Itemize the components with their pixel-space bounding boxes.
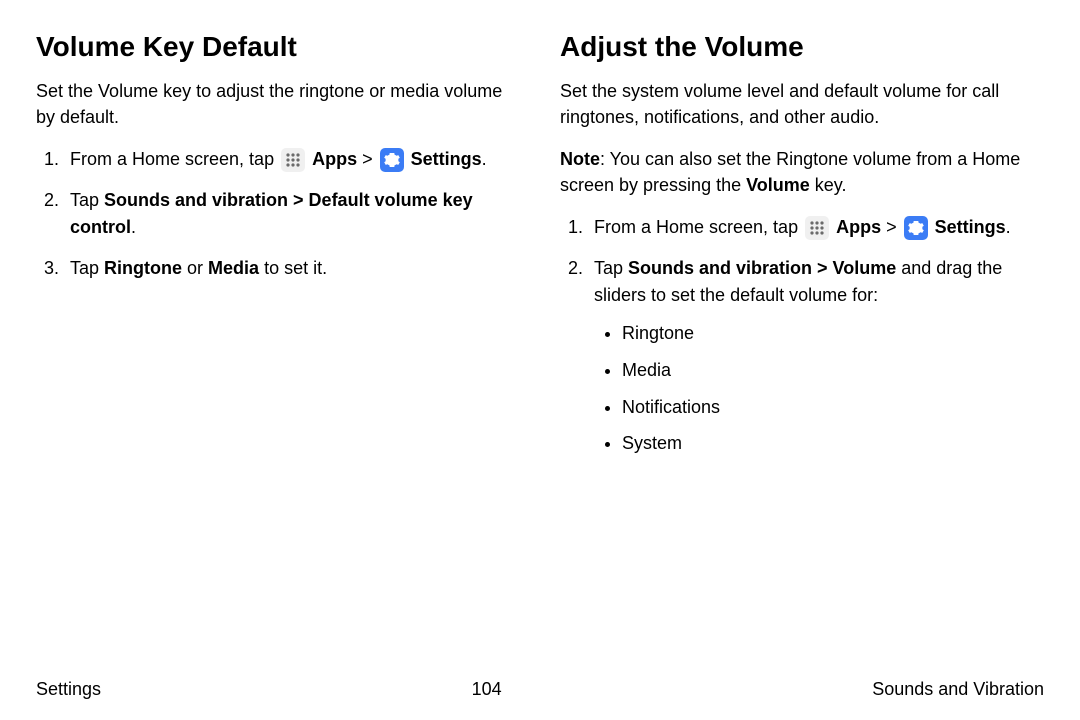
period: . [1006,217,1011,237]
footer-right: Sounds and Vibration [872,679,1044,700]
period: . [482,149,487,169]
settings-gear-icon [380,148,404,172]
bullet-notifications: Notifications [622,393,1044,422]
bullet-list: Ringtone Media Notifications System [594,319,1044,458]
separator: > [881,217,902,237]
step-2: Tap Sounds and vibration > Default volum… [64,187,520,241]
step-text: Tap [70,190,104,210]
step-1: From a Home screen, tap Apps > Settings. [588,214,1044,241]
heading-adjust-volume: Adjust the Volume [560,30,1044,64]
bullet-media: Media [622,356,1044,385]
page-footer: Settings 104 Sounds and Vibration [36,679,1044,700]
steps-list: From a Home screen, tap Apps > Settings.… [36,146,520,282]
step-1: From a Home screen, tap Apps > Settings. [64,146,520,173]
tail-text: to set it. [259,258,327,278]
period: . [131,217,136,237]
separator: > [357,149,378,169]
note-label: Note [560,149,600,169]
bullet-ringtone: Ringtone [622,319,1044,348]
settings-label: Settings [935,217,1006,237]
steps-list: From a Home screen, tap Apps > Settings.… [560,214,1044,458]
intro-text: Set the Volume key to adjust the rington… [36,78,520,130]
right-column: Adjust the Volume Set the system volume … [560,30,1044,700]
bullet-system: System [622,429,1044,458]
apps-label: Apps [836,217,881,237]
left-column: Volume Key Default Set the Volume key to… [36,30,520,700]
footer-page-number: 104 [472,679,502,700]
step-text: From a Home screen, tap [70,149,279,169]
ringtone-label: Ringtone [104,258,182,278]
heading-volume-key-default: Volume Key Default [36,30,520,64]
step-text: Tap [594,258,628,278]
apps-grid-icon [805,216,829,240]
settings-gear-icon [904,216,928,240]
apps-grid-icon [281,148,305,172]
volume-key-label: Volume [746,175,810,195]
path-text: Sounds and vibration > Volume [628,258,896,278]
apps-label: Apps [312,149,357,169]
note-text: Note: You can also set the Ringtone volu… [560,146,1044,198]
step-3: Tap Ringtone or Media to set it. [64,255,520,282]
step-text: Tap [70,258,104,278]
media-label: Media [208,258,259,278]
settings-label: Settings [411,149,482,169]
footer-left: Settings [36,679,101,700]
or-text: or [182,258,208,278]
intro-text: Set the system volume level and default … [560,78,1044,130]
note-tail: key. [810,175,847,195]
step-text: From a Home screen, tap [594,217,803,237]
step-2: Tap Sounds and vibration > Volume and dr… [588,255,1044,458]
